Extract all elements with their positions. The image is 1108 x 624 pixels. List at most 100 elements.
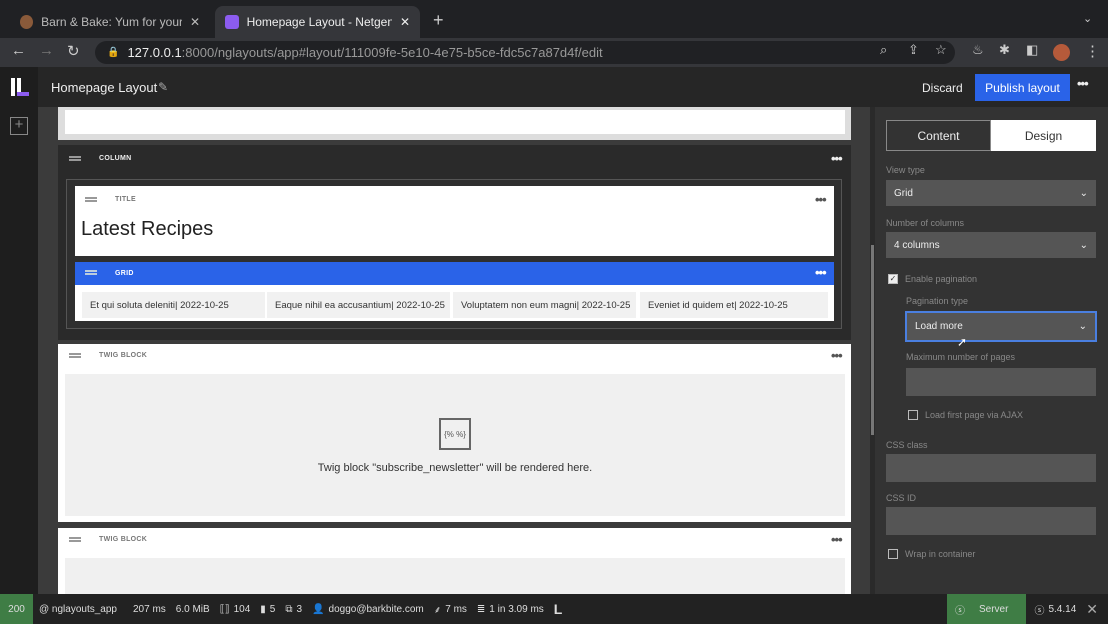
block-menu-icon[interactable]: ••• bbox=[815, 192, 827, 207]
twig-block[interactable]: TWIG BLOCK ••• {% %} Twig block "subscri… bbox=[58, 344, 851, 522]
url-bar[interactable]: 🔒 127.0.0.1:8000/nglayouts/app#layout/11… bbox=[95, 41, 955, 64]
more-options-icon[interactable]: ••• bbox=[1077, 76, 1089, 91]
browser-tab-bar: Barn & Bake: Yum for your Pup ✕ Homepage… bbox=[0, 0, 1108, 38]
tab-content[interactable]: Content bbox=[886, 120, 991, 151]
canvas-scrollbar[interactable] bbox=[871, 245, 874, 435]
site-favicon-icon bbox=[20, 15, 34, 29]
chevron-down-icon: ⌄ bbox=[1078, 321, 1087, 332]
chevron-down-icon: ⌄ bbox=[1079, 239, 1088, 251]
max-pages-input[interactable] bbox=[906, 368, 1096, 396]
block-menu-icon[interactable]: ••• bbox=[831, 348, 843, 363]
ajax-checkbox[interactable] bbox=[908, 410, 918, 420]
forward-icon[interactable]: → bbox=[39, 42, 54, 59]
user-email[interactable]: doggo@barkbite.com bbox=[329, 604, 424, 615]
enable-pagination-checkbox[interactable]: ✓ bbox=[888, 274, 898, 284]
request-time[interactable]: 207 ms bbox=[133, 604, 166, 615]
max-pages-label: Maximum number of pages bbox=[906, 352, 1016, 362]
tab-title: Homepage Layout - Netgen La bbox=[246, 15, 392, 29]
tab-search-chevron-icon[interactable]: ⌄ bbox=[1083, 12, 1092, 25]
wrap-container-checkbox[interactable] bbox=[888, 549, 898, 559]
drag-handle-icon[interactable] bbox=[69, 537, 81, 542]
server-badge[interactable]: ⓢ Server bbox=[947, 594, 1027, 624]
back-icon[interactable]: ← bbox=[11, 42, 26, 59]
memory-usage[interactable]: 6.0 MiB bbox=[176, 604, 210, 615]
route-name[interactable]: @ nglayouts_app bbox=[39, 604, 117, 615]
layout-title: Homepage Layout bbox=[51, 80, 158, 95]
left-sidebar: + bbox=[0, 107, 38, 594]
publish-layout-button[interactable]: Publish layout bbox=[975, 74, 1070, 101]
pagination-type-select[interactable]: Load more ⌄ bbox=[905, 311, 1097, 342]
extensions-puzzle-icon[interactable]: ✱ bbox=[999, 42, 1010, 58]
tab-design[interactable]: Design bbox=[991, 120, 1096, 151]
css-id-input[interactable] bbox=[886, 507, 1096, 535]
sidebar-icon[interactable]: ◧ bbox=[1026, 42, 1038, 58]
block-type-label: TITLE bbox=[115, 196, 136, 203]
url-host: 127.0.0.1 bbox=[127, 45, 182, 60]
translations-count[interactable]: 3 bbox=[297, 604, 303, 615]
extension-flame-icon[interactable]: ♨ bbox=[972, 42, 984, 58]
netgen-layouts-icon[interactable]: L bbox=[554, 601, 563, 617]
drag-handle-icon[interactable] bbox=[85, 197, 97, 202]
block-menu-icon[interactable]: ••• bbox=[831, 151, 843, 166]
netgen-logo-icon bbox=[0, 67, 38, 107]
events-icon: ⟦⟧ bbox=[219, 603, 230, 615]
browser-tab[interactable]: Barn & Bake: Yum for your Pup ✕ bbox=[10, 6, 210, 38]
css-class-input[interactable] bbox=[886, 454, 1096, 482]
add-block-icon[interactable]: + bbox=[10, 117, 28, 135]
pagination-type-label: Pagination type bbox=[906, 296, 969, 306]
edit-title-pencil-icon[interactable]: ✎ bbox=[158, 80, 168, 94]
columns-label: Number of columns bbox=[886, 218, 965, 228]
close-tab-icon[interactable]: ✕ bbox=[400, 15, 410, 29]
block-type-label: TWIG BLOCK bbox=[99, 536, 148, 543]
discard-button[interactable]: Discard bbox=[922, 81, 963, 95]
view-type-select[interactable]: Grid ⌄ bbox=[886, 180, 1096, 206]
db-queries[interactable]: 1 in 3.09 ms bbox=[489, 604, 543, 615]
reload-icon[interactable]: ↻ bbox=[67, 42, 80, 60]
twig-placeholder-text: Twig block "subscribe_newsletter" will b… bbox=[317, 462, 593, 474]
browser-menu-icon[interactable]: ⋮ bbox=[1085, 42, 1100, 60]
columns-select[interactable]: 4 columns ⌄ bbox=[886, 232, 1096, 258]
drag-handle-icon[interactable] bbox=[69, 353, 81, 358]
drag-handle-icon[interactable] bbox=[85, 270, 97, 275]
bookmark-star-icon[interactable]: ☆ bbox=[935, 42, 947, 58]
grid-item: Voluptatem non eum magni| 2022-10-25 bbox=[453, 292, 636, 318]
app-header: Homepage Layout ✎ Discard Publish layout… bbox=[0, 67, 1108, 107]
ajax-label: Load first page via AJAX bbox=[925, 410, 1024, 420]
title-block[interactable]: TITLE ••• Latest Recipes bbox=[75, 186, 834, 256]
title-text: Latest Recipes bbox=[81, 218, 214, 240]
close-tab-icon[interactable]: ✕ bbox=[190, 15, 200, 29]
profile-avatar[interactable] bbox=[1053, 44, 1070, 61]
twig-block[interactable]: TWIG BLOCK ••• bbox=[58, 528, 851, 594]
layout-canvas: COLUMN ••• TITLE ••• Latest Recipes GRID… bbox=[38, 107, 870, 594]
address-toolbar: ← → ↻ 🔒 127.0.0.1:8000/nglayouts/app#lay… bbox=[0, 38, 1108, 67]
zoom-icon[interactable]: ⌕ bbox=[880, 42, 887, 58]
close-toolbar-icon[interactable]: ✕ bbox=[1086, 601, 1098, 618]
drag-handle-icon[interactable] bbox=[69, 156, 81, 161]
twig-time[interactable]: 7 ms bbox=[445, 604, 467, 615]
twig-icon: {% %} bbox=[439, 418, 471, 450]
block-type-label: TWIG BLOCK bbox=[99, 352, 148, 359]
mouse-cursor-icon: ➚ bbox=[957, 335, 968, 349]
block-menu-icon[interactable]: ••• bbox=[831, 532, 843, 547]
status-code-badge[interactable]: 200 bbox=[0, 594, 33, 624]
logs-icon: ▮ bbox=[260, 603, 266, 615]
symfony-version[interactable]: 5.4.14 bbox=[1048, 604, 1076, 615]
wrap-container-label: Wrap in container bbox=[905, 549, 976, 559]
chevron-down-icon: ⌄ bbox=[1079, 187, 1088, 199]
browser-tab-active[interactable]: Homepage Layout - Netgen La ✕ bbox=[215, 6, 420, 38]
netgen-favicon-icon bbox=[225, 15, 239, 29]
view-type-label: View type bbox=[886, 165, 925, 175]
events-count[interactable]: 104 bbox=[234, 604, 251, 615]
share-icon[interactable]: ⇪ bbox=[908, 42, 919, 58]
enable-pagination-label: Enable pagination bbox=[905, 274, 978, 284]
block-menu-icon[interactable]: ••• bbox=[815, 265, 827, 280]
block-type-label: COLUMN bbox=[99, 155, 132, 162]
new-tab-icon[interactable]: + bbox=[433, 10, 444, 31]
grid-item: Et qui soluta deleniti| 2022-10-25 bbox=[82, 292, 265, 318]
grid-item: Eveniet id quidem et| 2022-10-25 bbox=[640, 292, 828, 318]
symfony-debug-toolbar: 200 @ nglayouts_app 207 ms 6.0 MiB ⟦⟧ 104… bbox=[0, 594, 1108, 624]
css-id-label: CSS ID bbox=[886, 493, 917, 503]
block-top[interactable] bbox=[58, 107, 851, 140]
user-icon: 👤 bbox=[312, 603, 325, 615]
logs-count[interactable]: 5 bbox=[270, 604, 276, 615]
